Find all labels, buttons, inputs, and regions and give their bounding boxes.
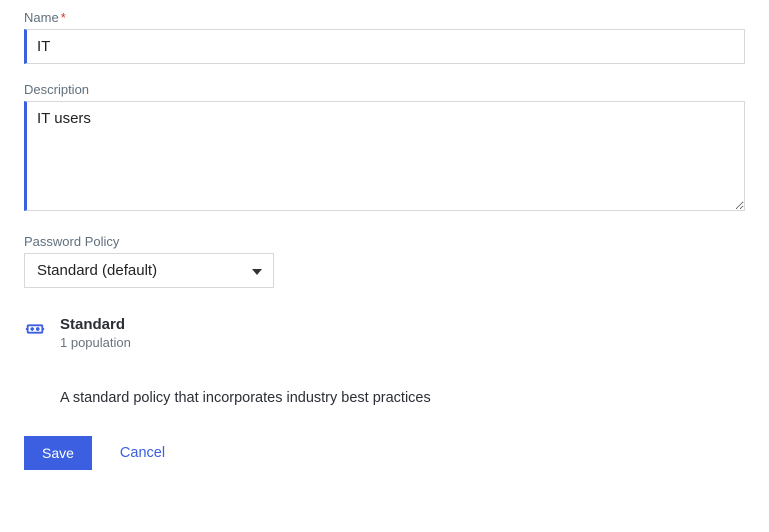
description-textarea[interactable]: IT users bbox=[24, 101, 745, 211]
name-label: Name* bbox=[24, 10, 745, 25]
policy-summary: Standard 1 population bbox=[24, 316, 745, 350]
name-input[interactable] bbox=[24, 29, 745, 64]
password-policy-select[interactable]: Standard (default) bbox=[24, 253, 274, 288]
description-label: Description bbox=[24, 82, 745, 97]
policy-subtitle: 1 population bbox=[60, 335, 131, 350]
policy-description: A standard policy that incorporates indu… bbox=[60, 390, 745, 406]
cancel-button[interactable]: Cancel bbox=[120, 445, 165, 461]
required-asterisk: * bbox=[61, 10, 66, 25]
password-policy-label: Password Policy bbox=[24, 234, 745, 249]
policy-title: Standard bbox=[60, 316, 131, 333]
policy-icon bbox=[24, 318, 46, 345]
save-button[interactable]: Save bbox=[24, 436, 92, 470]
